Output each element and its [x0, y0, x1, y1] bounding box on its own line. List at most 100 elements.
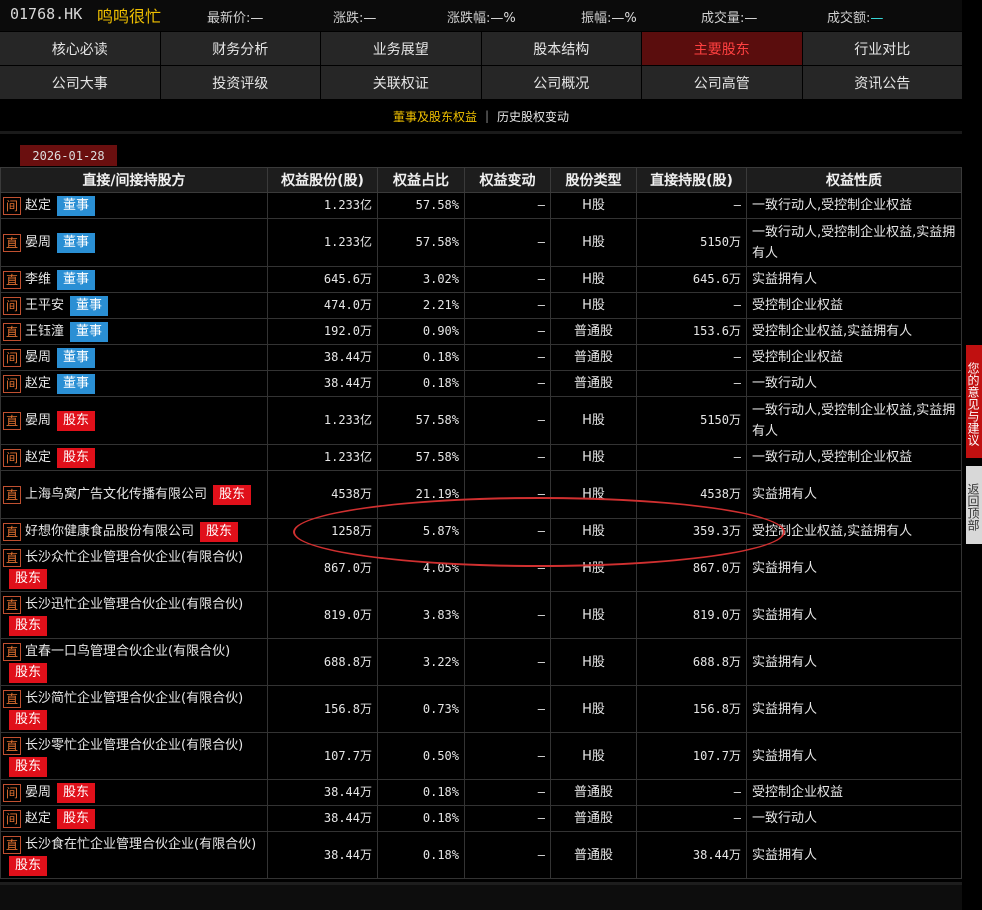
share-type-cell: 普通股 — [550, 370, 637, 397]
holder-cell: 直长沙食在忙企业管理合伙企业(有限合伙) 股东 — [0, 831, 268, 879]
holder-name[interactable]: 长沙迅忙企业管理合伙企业(有限合伙) — [25, 597, 243, 612]
holder-name[interactable]: 好想你健康食品股份有限公司 — [25, 524, 194, 539]
holder-name[interactable]: 长沙众忙企业管理合伙企业(有限合伙) — [25, 550, 243, 565]
nav-tab[interactable]: 行业对比 — [802, 32, 962, 65]
ratio-cell: 57.58% — [377, 444, 465, 471]
nav-tab[interactable]: 投资评级 — [160, 66, 320, 99]
change-cell: — — [464, 218, 551, 267]
holder-name[interactable]: 王平安 — [25, 298, 64, 313]
table-row: 直长沙零忙企业管理合伙企业(有限合伙)股东 107.7万 0.50% — H股 107.7… — [0, 732, 962, 780]
shares-cell: 645.6万 — [267, 266, 378, 293]
shares-cell: 38.44万 — [267, 779, 378, 806]
holder-name[interactable]: 赵定 — [25, 376, 51, 391]
holder-name[interactable]: 赵定 — [25, 450, 51, 465]
shares-cell: 1.233亿 — [267, 192, 378, 219]
ratio-cell: 0.18% — [377, 831, 465, 879]
holder-name[interactable]: 王钰潼 — [25, 324, 64, 339]
holder-cell: 直晏周 董事 — [0, 218, 268, 267]
role-badge: 董事 — [57, 373, 96, 394]
holding-flag: 直 — [3, 233, 21, 252]
table-row: 间王平安 董事 474.0万 2.21% — H股 — 受控制企业权益 — [0, 292, 962, 319]
holding-flag: 间 — [3, 809, 21, 828]
role-badge: 股东 — [9, 662, 48, 683]
share-type-cell: 普通股 — [550, 805, 637, 832]
shares-cell: 4538万 — [267, 470, 378, 519]
role-badge: 董事 — [70, 321, 109, 342]
direct-cell: 38.44万 — [636, 831, 747, 879]
feedback-button[interactable]: 您的意见与建议 — [966, 345, 982, 458]
nav-tab[interactable]: 核心必读 — [0, 32, 160, 65]
holding-flag: 直 — [3, 411, 21, 430]
nature-cell: 受控制企业权益,实益拥有人 — [746, 518, 962, 545]
holder-cell: 直李维 董事 — [0, 266, 268, 293]
quote-turnover: 成交额:— — [827, 11, 884, 26]
change-cell: — — [464, 685, 551, 733]
holder-name[interactable]: 长沙食在忙企业管理合伙企业(有限合伙) — [25, 837, 256, 852]
tab-director-interests[interactable]: 董事及股东权益 — [393, 108, 477, 125]
shares-cell: 1.233亿 — [267, 444, 378, 471]
ratio-cell: 57.58% — [377, 396, 465, 445]
direct-cell: — — [636, 444, 747, 471]
share-type-cell: H股 — [550, 192, 637, 219]
col-ratio: 权益占比 — [377, 167, 465, 193]
nature-cell: 一致行动人 — [746, 370, 962, 397]
holding-flag: 间 — [3, 348, 21, 367]
holder-name[interactable]: 赵定 — [25, 198, 51, 213]
ratio-cell: 57.58% — [377, 218, 465, 267]
table-row: 间赵定 董事 1.233亿 57.58% — H股 — 一致行动人,受控制企业权益 — [0, 192, 962, 219]
nav-tab[interactable]: 业务展望 — [321, 32, 481, 65]
nav-tab[interactable]: 资讯公告 — [802, 66, 962, 99]
nav-tab[interactable]: 主要股东 — [642, 32, 802, 65]
nature-cell: 实益拥有人 — [746, 544, 962, 592]
holder-name[interactable]: 上海鸟窝广告文化传播有限公司 — [25, 487, 207, 502]
col-change: 权益变动 — [464, 167, 551, 193]
holder-name[interactable]: 晏周 — [25, 350, 51, 365]
back-to-top-button[interactable]: 返回顶部 — [966, 466, 982, 544]
direct-cell: 156.8万 — [636, 685, 747, 733]
holding-flag: 直 — [3, 522, 21, 541]
ratio-cell: 5.87% — [377, 518, 465, 545]
main-nav: 核心必读 财务分析 业务展望 股本结构 主要股东 行业对比 公司大事 投资评级 关联权证 公司概… — [0, 32, 962, 100]
holder-name[interactable]: 李维 — [25, 272, 51, 287]
nature-cell: 一致行动人,受控制企业权益,实益拥有人 — [746, 396, 962, 445]
table-row: 直长沙简忙企业管理合伙企业(有限合伙)股东 156.8万 0.73% — H股 156.8… — [0, 685, 962, 733]
role-badge: 董事 — [57, 269, 96, 290]
holder-name[interactable]: 宜春一口鸟管理合伙企业(有限合伙) — [25, 644, 230, 659]
shares-cell: 38.44万 — [267, 344, 378, 371]
role-badge: 董事 — [57, 195, 96, 216]
nature-cell: 一致行动人 — [746, 805, 962, 832]
holder-name[interactable]: 赵定 — [25, 811, 51, 826]
holder-name[interactable]: 长沙零忙企业管理合伙企业(有限合伙) — [25, 738, 243, 753]
nav-tab[interactable]: 公司概况 — [481, 66, 641, 99]
role-badge: 股东 — [9, 709, 48, 730]
quote-amplitude: 振幅:—% — [581, 11, 637, 26]
table-row: 直李维 董事 645.6万 3.02% — H股 645.6万 实益拥有人 — [0, 266, 962, 293]
ratio-cell: 2.21% — [377, 292, 465, 319]
direct-cell: 645.6万 — [636, 266, 747, 293]
nav-tab[interactable]: 公司大事 — [0, 66, 160, 99]
change-cell: — — [464, 779, 551, 806]
table-row: 直宜春一口鸟管理合伙企业(有限合伙)股东 688.8万 3.22% — H股 688.8万… — [0, 638, 962, 686]
nav-tab[interactable]: 股本结构 — [481, 32, 641, 65]
holder-cell: 直长沙简忙企业管理合伙企业(有限合伙) 股东 — [0, 685, 268, 733]
holder-name[interactable]: 长沙简忙企业管理合伙企业(有限合伙) — [25, 691, 243, 706]
shares-cell: 867.0万 — [267, 544, 378, 592]
holder-name[interactable]: 晏周 — [25, 785, 51, 800]
share-type-cell: 普通股 — [550, 779, 637, 806]
holding-flag: 直 — [3, 548, 21, 567]
ratio-cell: 3.02% — [377, 266, 465, 293]
nav-tab[interactable]: 财务分析 — [160, 32, 320, 65]
holder-name[interactable]: 晏周 — [25, 413, 51, 428]
nav-tab[interactable]: 关联权证 — [321, 66, 481, 99]
holder-name[interactable]: 晏周 — [25, 235, 51, 250]
nature-cell: 实益拥有人 — [746, 732, 962, 780]
ratio-cell: 0.50% — [377, 732, 465, 780]
holder-cell: 间赵定 股东 — [0, 805, 268, 832]
role-badge: 股东 — [9, 568, 48, 589]
nav-tab[interactable]: 公司高管 — [642, 66, 802, 99]
nature-cell: 实益拥有人 — [746, 685, 962, 733]
tab-history-changes[interactable]: 历史股权变动 — [497, 108, 569, 125]
role-badge: 股东 — [57, 410, 96, 431]
table-row: 间晏周 股东 38.44万 0.18% — 普通股 — 受控制企业权益 — [0, 779, 962, 806]
report-date-badge[interactable]: 2026-01-28 — [20, 145, 117, 166]
